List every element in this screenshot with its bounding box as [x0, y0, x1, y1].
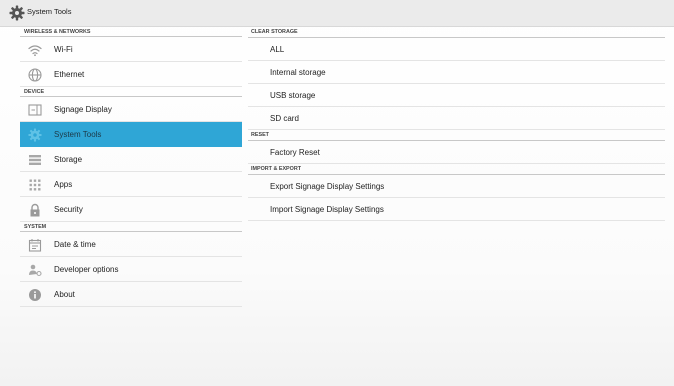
clear-internal-storage-option[interactable]: Internal storage [248, 61, 665, 84]
sidebar-item-signage-display[interactable]: Signage Display [20, 97, 242, 122]
option-label: SD card [270, 114, 299, 123]
factory-reset-option[interactable]: Factory Reset [248, 141, 665, 164]
sidebar-item-wifi[interactable]: Wi-Fi [20, 37, 242, 62]
storage-icon [29, 155, 41, 165]
wifi-icon [28, 45, 42, 57]
option-label: USB storage [270, 91, 316, 100]
display-icon [28, 104, 42, 116]
option-label: Import Signage Display Settings [270, 205, 384, 214]
clear-all-option[interactable]: ALL [248, 38, 665, 61]
developer-icon [29, 264, 42, 277]
sidebar-item-label: Signage Display [54, 105, 112, 114]
export-settings-option[interactable]: Export Signage Display Settings [248, 175, 665, 198]
sidebar-item-developer-options[interactable]: Developer options [20, 257, 242, 282]
section-header-reset: RESET [248, 130, 665, 141]
sidebar-item-system-tools[interactable]: System Tools [20, 122, 242, 147]
clear-usb-storage-option[interactable]: USB storage [248, 84, 665, 107]
option-label: Internal storage [270, 68, 326, 77]
section-header-system: SYSTEM [20, 222, 242, 232]
section-header-import-export: IMPORT & EXPORT [248, 164, 665, 175]
sidebar-item-about[interactable]: About [20, 282, 242, 307]
title-bar: System Tools [0, 0, 674, 27]
settings-sidebar: WIRELESS & NETWORKS Wi-Fi Ethernet DEVIC… [20, 27, 242, 307]
sidebar-item-label: Storage [54, 155, 83, 164]
import-settings-option[interactable]: Import Signage Display Settings [248, 198, 665, 221]
calendar-icon [28, 239, 42, 252]
ethernet-icon [28, 68, 42, 82]
info-icon [29, 289, 41, 301]
sidebar-item-security[interactable]: Security [20, 197, 242, 222]
sidebar-item-label: Wi-Fi [54, 45, 73, 54]
sidebar-item-ethernet[interactable]: Ethernet [20, 62, 242, 87]
window-title: System Tools [27, 7, 72, 16]
apps-grid-icon [29, 179, 41, 191]
gear-icon [9, 5, 25, 21]
option-label: Export Signage Display Settings [270, 182, 385, 191]
gear-icon [28, 128, 42, 142]
section-header-clear-storage: CLEAR STORAGE [248, 27, 665, 38]
sidebar-item-label: System Tools [54, 130, 102, 139]
sidebar-item-label: Apps [54, 180, 73, 189]
lock-icon [30, 203, 40, 217]
sidebar-item-apps[interactable]: Apps [20, 172, 242, 197]
sidebar-item-storage[interactable]: Storage [20, 147, 242, 172]
system-tools-panel: CLEAR STORAGE ALL Internal storage USB s… [248, 27, 665, 221]
sidebar-item-label: Ethernet [54, 70, 85, 79]
sidebar-item-label: About [54, 290, 75, 299]
option-label: ALL [270, 45, 285, 54]
sidebar-item-date-time[interactable]: Date & time [20, 232, 242, 257]
sidebar-item-label: Security [54, 205, 83, 214]
sidebar-item-label: Developer options [54, 265, 119, 274]
sidebar-item-label: Date & time [54, 240, 96, 249]
option-label: Factory Reset [270, 148, 320, 157]
clear-sd-card-option[interactable]: SD card [248, 107, 665, 130]
section-header-device: DEVICE [20, 87, 242, 97]
section-header-wireless: WIRELESS & NETWORKS [20, 27, 242, 37]
